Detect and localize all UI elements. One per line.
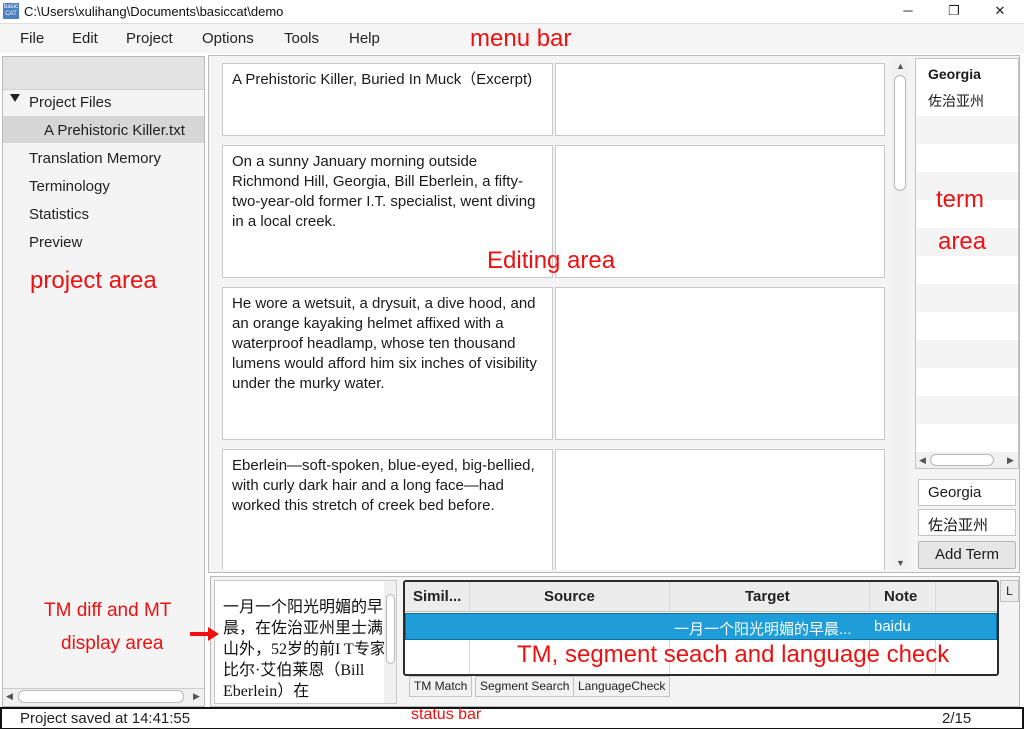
tree-item-project-files[interactable]: Project Files: [29, 94, 112, 111]
tree-item-statistics[interactable]: Statistics: [29, 206, 89, 223]
menu-help[interactable]: Help: [349, 30, 380, 47]
term-row-empty: [916, 340, 1018, 368]
annotation-arrow-icon: [190, 627, 219, 641]
term-row-empty: [916, 284, 1018, 312]
tree-item-terminology[interactable]: Terminology: [29, 178, 110, 195]
expand-triangle-icon[interactable]: [10, 94, 20, 102]
app-icon: basic CAT: [3, 3, 19, 19]
annotation-area: area: [938, 228, 987, 255]
scroll-right-icon[interactable]: ▶: [193, 691, 200, 702]
column-header-similarity[interactable]: Simil...: [413, 588, 461, 605]
row-note: baidu: [874, 618, 911, 635]
term-scroll-thumb[interactable]: [930, 454, 994, 466]
segment-counter: 2/15: [942, 710, 972, 727]
mt-scroll-thumb[interactable]: [386, 594, 395, 664]
tree-item-translation-memory[interactable]: Translation Memory: [29, 150, 161, 167]
term-source-field[interactable]: Georgia: [918, 479, 1016, 506]
menu-options[interactable]: Options: [202, 30, 254, 47]
tree-item-preview[interactable]: Preview: [29, 234, 82, 251]
close-button[interactable]: ✕: [977, 0, 1023, 23]
tab-segment-search[interactable]: Segment Search: [475, 676, 575, 697]
term-target[interactable]: 佐治亚州: [928, 91, 984, 111]
annotation-status-bar: status bar: [411, 706, 482, 723]
segment-source-3[interactable]: He wore a wetsuit, a drysuit, a dive hoo…: [222, 287, 553, 440]
annotation-editing-area: Editing area: [487, 247, 616, 274]
window-title: C:\Users\xulihang\Documents\basiccat\dem…: [24, 4, 284, 19]
maximize-button[interactable]: ❐: [931, 0, 977, 23]
tab-language-check[interactable]: LanguageCheck: [573, 676, 671, 697]
menu-tools[interactable]: Tools: [284, 30, 319, 47]
menu-file[interactable]: File: [20, 30, 44, 47]
annotation-tm-search: TM, segment seach and language check: [517, 641, 950, 668]
column-header-source[interactable]: Source: [544, 588, 595, 605]
project-scroll-thumb[interactable]: [18, 690, 184, 703]
term-source[interactable]: Georgia: [928, 66, 981, 82]
scroll-left-icon[interactable]: ◀: [919, 455, 926, 466]
side-tab[interactable]: L: [1000, 580, 1019, 602]
annotation-display-area: display area: [61, 633, 164, 654]
segment-target-4[interactable]: [555, 449, 885, 570]
tree-item-file[interactable]: A Prehistoric Killer.txt: [44, 122, 185, 139]
scroll-up-icon[interactable]: ▲: [896, 61, 905, 71]
column-header-note[interactable]: Note: [884, 588, 917, 605]
annotation-menu-bar: menu bar: [470, 25, 572, 52]
term-row-empty: [916, 116, 1018, 144]
column-header-target[interactable]: Target: [745, 588, 790, 605]
minimize-button[interactable]: ─: [885, 0, 931, 23]
segment-source-4[interactable]: Eberlein—soft-spoken, blue-eyed, big-bel…: [222, 449, 553, 570]
editing-scroll-thumb[interactable]: [894, 75, 906, 191]
add-term-button[interactable]: Add Term: [918, 541, 1016, 569]
row-target: 一月一个阳光明媚的早晨...: [674, 621, 852, 638]
menu-edit[interactable]: Edit: [72, 30, 98, 47]
mt-display-area[interactable]: 一月一个阳光明媚的早晨，在佐治亚州里士满山外，52岁的前I T专家比尔·艾伯莱恩…: [214, 580, 397, 704]
annotation-term: term: [936, 186, 984, 213]
segment-target-1[interactable]: [555, 63, 885, 136]
project-panel-header: [3, 57, 204, 90]
scroll-left-icon[interactable]: ◀: [6, 691, 13, 702]
tab-tm-match[interactable]: TM Match: [409, 676, 473, 697]
term-target-field[interactable]: 佐治亚州: [918, 509, 1016, 536]
term-row-empty: [916, 396, 1018, 424]
scroll-down-icon[interactable]: ▼: [896, 558, 905, 568]
segment-source-1[interactable]: A Prehistoric Killer, Buried In Muck（Exc…: [222, 63, 553, 136]
segment-target-3[interactable]: [555, 287, 885, 440]
annotation-project-area: project area: [30, 267, 157, 294]
menu-project[interactable]: Project: [126, 30, 173, 47]
scroll-right-icon[interactable]: ▶: [1007, 455, 1014, 466]
status-message: Project saved at 14:41:55: [20, 710, 191, 727]
annotation-tm-diff: TM diff and MT: [44, 600, 172, 621]
